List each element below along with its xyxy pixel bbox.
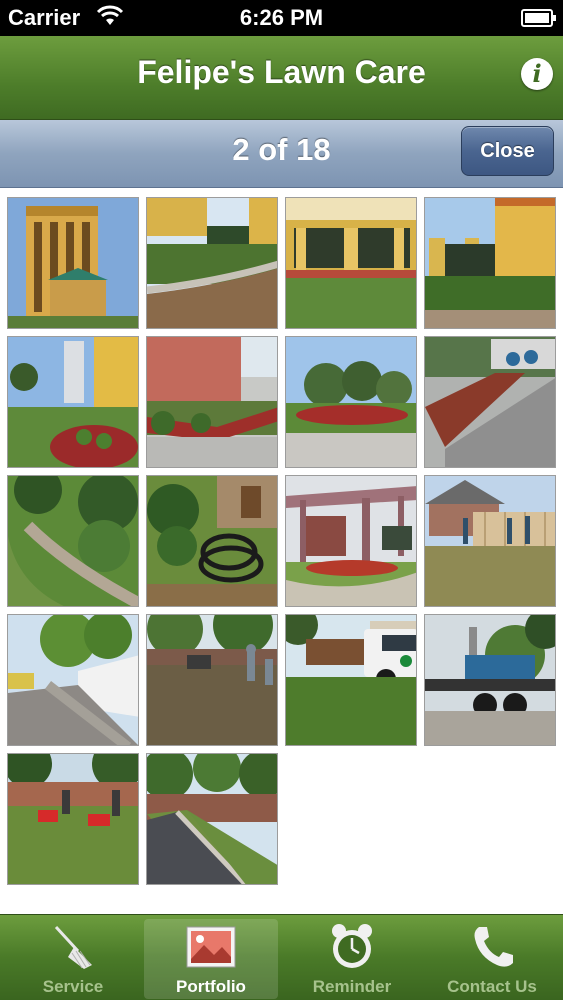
tab-contact-us[interactable]: Contact Us xyxy=(425,919,559,999)
photo-thumbnail-7[interactable] xyxy=(285,336,417,468)
picture-icon xyxy=(186,923,236,971)
status-bar: Carrier 6:26 PM xyxy=(0,0,563,36)
tab-bar: Service Portfolio Reminder Contact Us xyxy=(0,914,563,1000)
photo-thumbnail-4[interactable] xyxy=(424,197,556,329)
photo-thumbnail-8[interactable] xyxy=(424,336,556,468)
photo-thumbnail-6[interactable] xyxy=(146,336,278,468)
tab-service[interactable]: Service xyxy=(6,919,140,999)
photo-thumbnail-3[interactable] xyxy=(285,197,417,329)
photo-thumbnail-11[interactable] xyxy=(285,475,417,607)
photo-thumbnail-15[interactable] xyxy=(285,614,417,746)
photo-thumbnail-18[interactable] xyxy=(146,753,278,885)
photo-toolbar: 2 of 18 Close xyxy=(0,120,563,188)
tab-portfolio[interactable]: Portfolio xyxy=(144,919,278,999)
tab-label-contact-us: Contact Us xyxy=(447,977,537,996)
photo-thumbnail-12[interactable] xyxy=(424,475,556,607)
photo-thumbnail-2[interactable] xyxy=(146,197,278,329)
photo-thumbnail-9[interactable] xyxy=(7,475,139,607)
photo-thumbnail-10[interactable] xyxy=(146,475,278,607)
broom-icon xyxy=(48,923,98,971)
tab-label-reminder: Reminder xyxy=(312,977,392,996)
photo-thumbnail-16[interactable] xyxy=(424,614,556,746)
tab-label-portfolio: Portfolio xyxy=(176,977,246,996)
tab-label-service: Service xyxy=(42,977,104,996)
photo-thumbnail-14[interactable] xyxy=(146,614,278,746)
photo-thumbnail-5[interactable] xyxy=(7,336,139,468)
app-title: Felipe's Lawn Care xyxy=(137,54,426,90)
battery-icon xyxy=(521,9,556,27)
photo-thumbnail-17[interactable] xyxy=(7,753,139,885)
tab-reminder[interactable]: Reminder xyxy=(285,919,419,999)
clock: 6:26 PM xyxy=(239,5,324,30)
photo-thumbnail-13[interactable] xyxy=(7,614,139,746)
close-button[interactable]: Close xyxy=(461,126,554,176)
alarm-clock-icon xyxy=(327,923,377,971)
phone-icon xyxy=(467,923,517,971)
navigation-bar: Felipe's Lawn Care i xyxy=(0,36,563,120)
photo-thumbnail-1[interactable] xyxy=(7,197,139,329)
info-button[interactable]: i xyxy=(521,58,553,90)
